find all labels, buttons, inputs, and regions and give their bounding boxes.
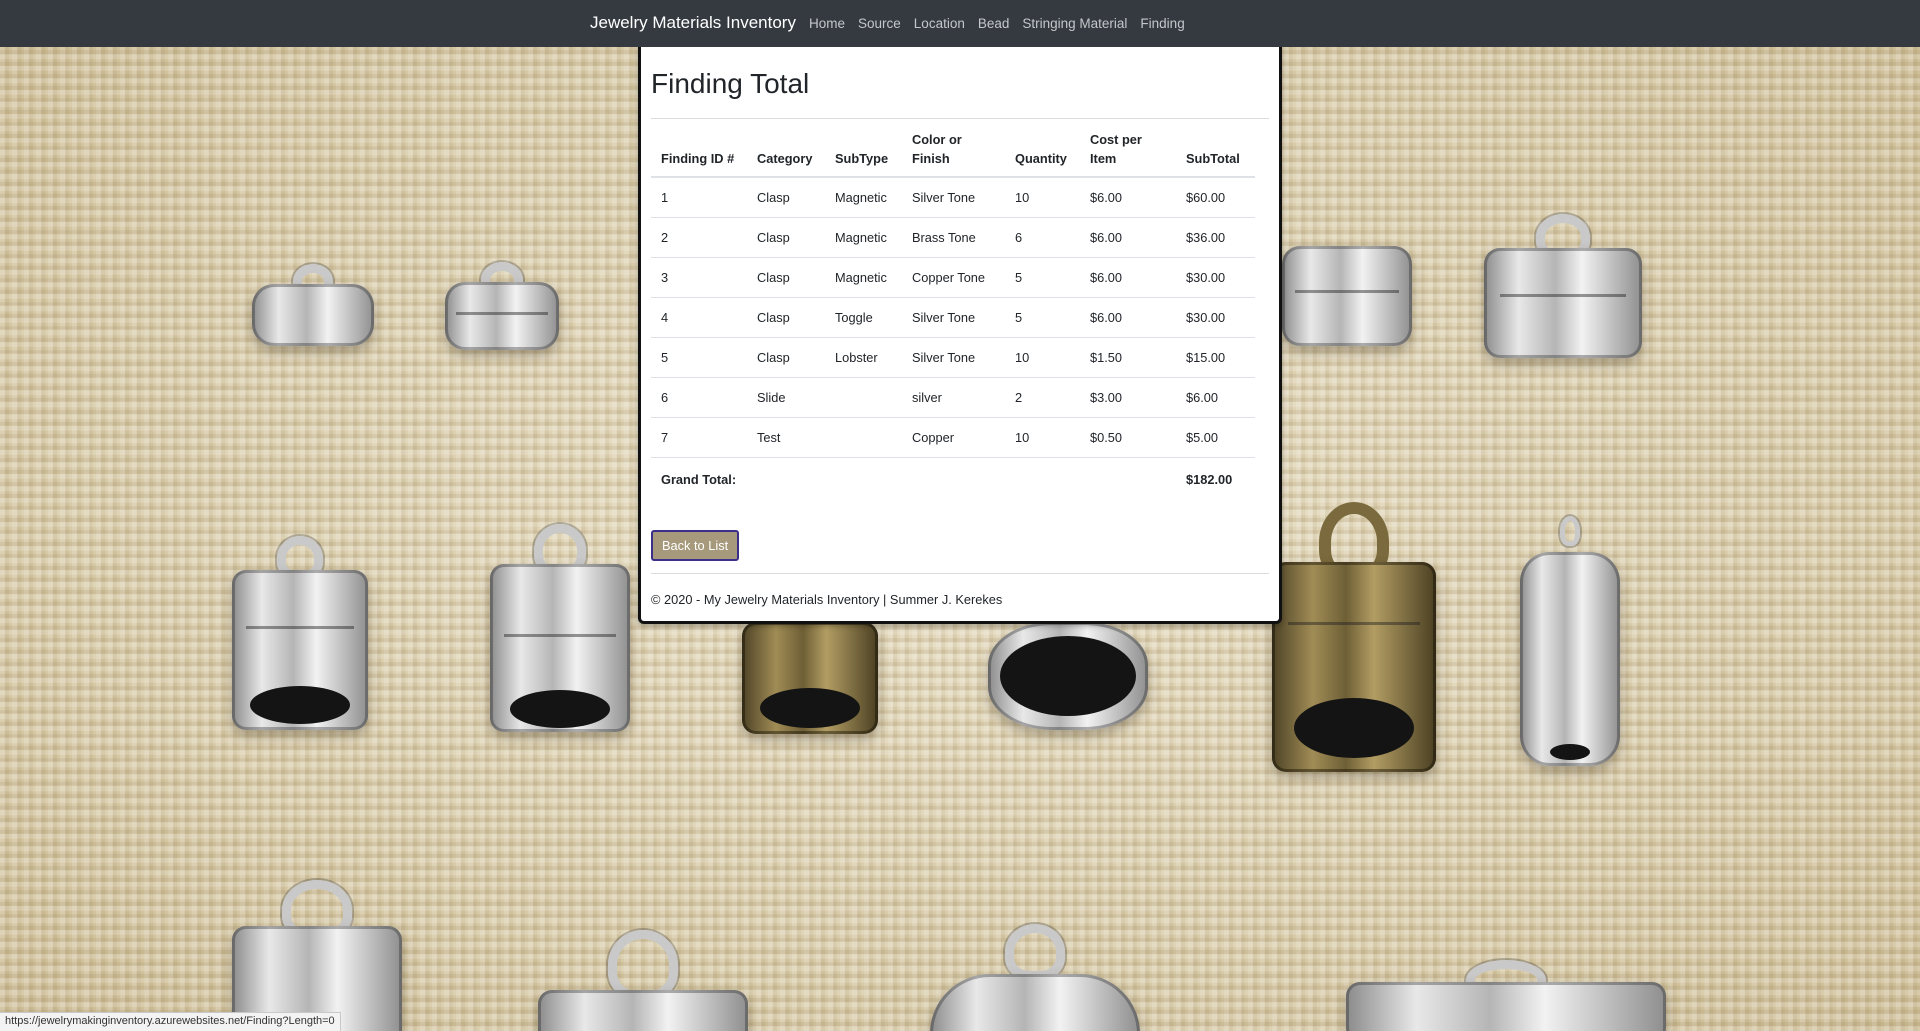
cell-cost: $6.00 [1080, 257, 1176, 298]
cell-color: Copper [902, 417, 1005, 458]
grand-total-row: Grand Total: $182.00 [651, 457, 1255, 499]
cell-category: Clasp [747, 297, 825, 338]
cell-subtype: Toggle [825, 297, 902, 338]
cell-category: Clasp [747, 257, 825, 298]
silver-finding-decor [1346, 960, 1666, 1031]
cell-subtype: Lobster [825, 337, 902, 378]
cell-subtotal: $60.00 [1176, 177, 1255, 218]
table-row: 2 Clasp Magnetic Brass Tone 6 $6.00 $36.… [651, 217, 1255, 258]
cell-subtype: Magnetic [825, 257, 902, 298]
cell-quantity: 10 [1005, 337, 1080, 378]
cell-category: Test [747, 417, 825, 458]
brand-link[interactable]: Jewelry Materials Inventory [590, 13, 796, 33]
table-header-row: Finding ID # Category SubType Color or F… [651, 119, 1255, 178]
top-navbar: Jewelry Materials Inventory Home Source … [0, 0, 1920, 47]
cell-color: Silver Tone [902, 297, 1005, 338]
cell-color: silver [902, 377, 1005, 418]
nav-link-finding[interactable]: Finding [1140, 16, 1184, 31]
cell-category: Slide [747, 377, 825, 418]
cell-subtype [825, 417, 902, 458]
silver-finding-decor [490, 524, 630, 734]
silver-finding-decor [930, 924, 1140, 1031]
cell-id: 6 [651, 377, 747, 418]
bronze-finding-decor [742, 622, 878, 738]
cell-quantity: 6 [1005, 217, 1080, 258]
nav-links: Home Source Location Bead Stringing Mate… [809, 16, 1185, 31]
cell-color: Brass Tone [902, 217, 1005, 258]
column-header: Color or Finish [902, 119, 1005, 178]
cell-category: Clasp [747, 217, 825, 258]
silver-finding-decor [445, 262, 559, 360]
column-header: SubType [825, 119, 902, 178]
column-header: Quantity [1005, 119, 1080, 178]
cell-category: Clasp [747, 337, 825, 378]
silver-finding-decor [538, 930, 748, 1031]
cell-quantity: 5 [1005, 297, 1080, 338]
footer-text: © 2020 - My Jewelry Materials Inventory … [651, 592, 1003, 607]
cell-id: 3 [651, 257, 747, 298]
cell-subtotal: $5.00 [1176, 417, 1255, 458]
column-header: SubTotal [1176, 119, 1255, 178]
cell-cost: $6.00 [1080, 177, 1176, 218]
cell-id: 4 [651, 297, 747, 338]
table-row: 4 Clasp Toggle Silver Tone 5 $6.00 $30.0… [651, 297, 1255, 338]
cell-subtotal: $30.00 [1176, 257, 1255, 298]
cell-subtype: Magnetic [825, 217, 902, 258]
bronze-finding-decor [1272, 502, 1436, 774]
cell-id: 5 [651, 337, 747, 378]
cell-cost: $0.50 [1080, 417, 1176, 458]
table-row: 7 Test Copper 10 $0.50 $5.00 [651, 417, 1255, 458]
cell-subtotal: $15.00 [1176, 337, 1255, 378]
table-row: 6 Slide silver 2 $3.00 $6.00 [651, 377, 1255, 418]
cell-id: 2 [651, 217, 747, 258]
table-row: 5 Clasp Lobster Silver Tone 10 $1.50 $15… [651, 337, 1255, 378]
cell-category: Clasp [747, 177, 825, 218]
nav-link-home[interactable]: Home [809, 16, 845, 31]
cell-quantity: 2 [1005, 377, 1080, 418]
cell-subtype [825, 377, 902, 418]
cell-subtotal: $36.00 [1176, 217, 1255, 258]
footer-divider [651, 573, 1269, 574]
cell-quantity: 5 [1005, 257, 1080, 298]
silver-finding-decor [252, 264, 374, 356]
table-row: 3 Clasp Magnetic Copper Tone 5 $6.00 $30… [651, 257, 1255, 298]
nav-link-bead[interactable]: Bead [978, 16, 1010, 31]
content-card: Finding Total Finding ID # Category SubT… [638, 44, 1282, 624]
cell-cost: $3.00 [1080, 377, 1176, 418]
cell-subtotal: $6.00 [1176, 377, 1255, 418]
silver-finding-decor [1484, 214, 1642, 364]
cell-subtype: Magnetic [825, 177, 902, 218]
nav-link-source[interactable]: Source [858, 16, 901, 31]
silver-finding-decor [232, 536, 368, 732]
cell-cost: $1.50 [1080, 337, 1176, 378]
column-header: Finding ID # [651, 119, 747, 178]
nav-link-location[interactable]: Location [914, 16, 965, 31]
column-header: Cost per Item [1080, 119, 1176, 178]
silver-finding-decor [232, 880, 402, 1031]
column-header: Category [747, 119, 825, 178]
nav-link-stringing-material[interactable]: Stringing Material [1022, 16, 1127, 31]
cell-id: 1 [651, 177, 747, 218]
cell-quantity: 10 [1005, 417, 1080, 458]
silver-finding-decor [1520, 516, 1620, 770]
grand-total-label: Grand Total: [661, 471, 737, 487]
status-url: https://jewelrymakinginventory.azurewebs… [0, 1012, 341, 1031]
silver-finding-decor [1282, 236, 1412, 356]
grand-total-value: $182.00 [1186, 471, 1233, 487]
cell-quantity: 10 [1005, 177, 1080, 218]
cell-cost: $6.00 [1080, 297, 1176, 338]
finding-total-table: Finding ID # Category SubType Color or F… [651, 119, 1255, 499]
cell-subtotal: $30.00 [1176, 297, 1255, 338]
cell-color: Silver Tone [902, 177, 1005, 218]
silver-finding-decor [988, 622, 1148, 734]
page-title: Finding Total [651, 68, 810, 99]
back-to-list-button[interactable]: Back to List [651, 530, 740, 561]
table-row: 1 Clasp Magnetic Silver Tone 10 $6.00 $6… [651, 177, 1255, 218]
cell-id: 7 [651, 417, 747, 458]
cell-color: Silver Tone [902, 337, 1005, 378]
cell-cost: $6.00 [1080, 217, 1176, 258]
cell-color: Copper Tone [902, 257, 1005, 298]
